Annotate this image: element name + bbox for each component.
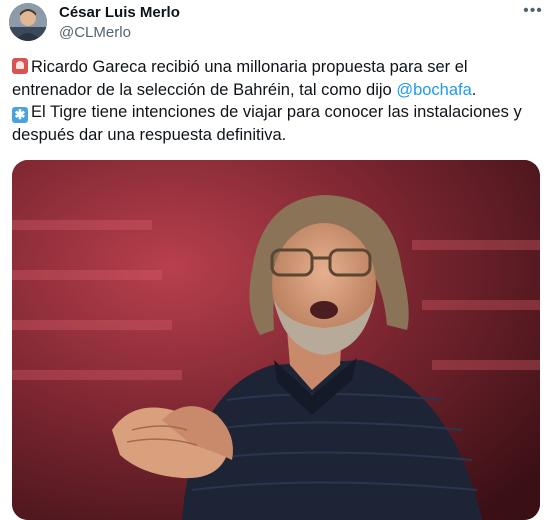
tweet-line-4-text: después dar una respuesta definitiva.: [12, 125, 287, 144]
tweet-line-4: después dar una respuesta definitiva.: [12, 124, 540, 147]
mention-link[interactable]: @bochafa: [396, 81, 471, 99]
author-handle[interactable]: @CLMerlo: [59, 24, 131, 42]
tweet-line-3: ✱ El Tigre tiene intenciones de viajar pa…: [12, 101, 540, 124]
tweet: César Luis Merlo @CLMerlo ••• Ricardo Ga…: [0, 0, 547, 520]
tweet-line-2: entrenador de la selección de Bahréin, t…: [12, 79, 540, 102]
tweet-line-1: Ricardo Gareca recibió una millonaria pr…: [12, 56, 540, 79]
tweet-line-1-text: Ricardo Gareca recibió una millonaria pr…: [31, 58, 468, 76]
police-light-icon: [12, 58, 28, 74]
tweet-line-3-text: El Tigre tiene intenciones de viajar par…: [31, 103, 522, 121]
asterisk-icon: ✱: [12, 107, 28, 123]
author-name[interactable]: César Luis Merlo: [59, 4, 180, 22]
tweet-text: Ricardo Gareca recibió una millonaria pr…: [12, 56, 540, 146]
avatar[interactable]: [9, 3, 47, 41]
tweet-line-2-text: entrenador de la selección de Bahréin, t…: [12, 80, 397, 99]
more-options-icon[interactable]: •••: [522, 2, 544, 20]
tweet-media-photo[interactable]: [12, 160, 540, 520]
tweet-line-2-suffix: .: [471, 80, 477, 99]
